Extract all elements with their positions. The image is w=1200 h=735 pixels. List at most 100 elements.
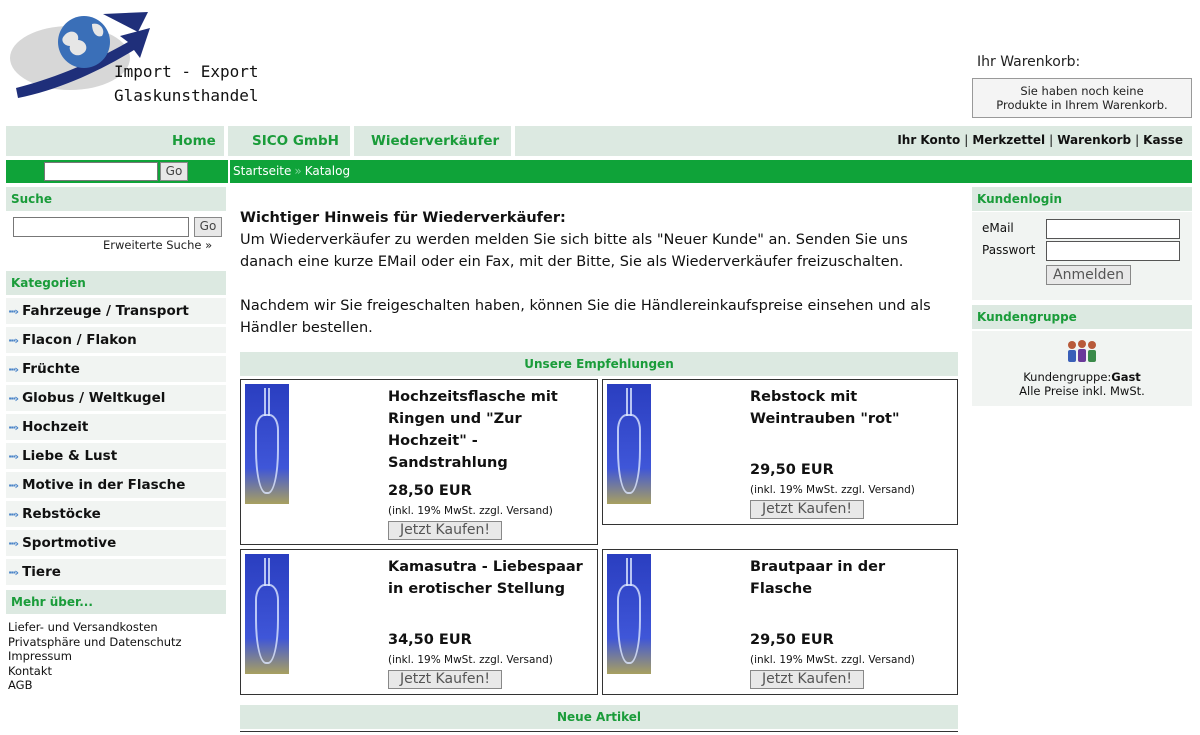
category-label: Liebe & Lust — [22, 448, 118, 464]
product-image[interactable] — [245, 554, 289, 674]
arrow-icon: ···› — [8, 363, 19, 376]
product-card[interactable]: Rebstock mit Weintrauben "rot" 29,50 EUR… — [602, 379, 958, 525]
nav-home[interactable]: Home — [172, 126, 216, 156]
cart-empty-line-2: Produkte in Ihrem Warenkorb. — [996, 98, 1168, 112]
breadcrumb-divider — [228, 160, 230, 183]
category-item[interactable]: ···› Sportmotive — [6, 530, 226, 556]
product-tax-note: (inkl. 19% MwSt. zzgl. Versand) — [388, 505, 553, 517]
category-label: Rebstöcke — [22, 506, 101, 522]
breadcrumb: Startseite» Katalog — [233, 160, 350, 183]
nav-wiederverkaeufer[interactable]: Wiederverkäufer — [371, 126, 499, 156]
product-name[interactable]: Rebstock mit Weintrauben "rot" — [750, 386, 950, 430]
arrow-icon: ···› — [8, 479, 19, 492]
buy-now-button[interactable]: Jetzt Kaufen! — [750, 670, 864, 689]
arrow-icon: ···› — [8, 305, 19, 318]
cart-empty-line-1: Sie haben noch keine — [1020, 84, 1144, 98]
category-item[interactable]: ···› Flacon / Flakon — [6, 327, 226, 353]
advanced-search-link[interactable]: Erweiterte Suche » — [103, 238, 212, 252]
product-price: 29,50 EUR — [750, 632, 834, 648]
notice-heading: Wichtiger Hinweis für Wiederverkäufer: — [240, 210, 566, 226]
arrow-icon: ···› — [8, 392, 19, 405]
password-field[interactable] — [1046, 241, 1180, 261]
product-name[interactable]: Brautpaar in der Flasche — [750, 556, 950, 600]
email-label: eMail — [982, 221, 1014, 235]
cart-summary: Sie haben noch keine Produkte in Ihrem W… — [972, 78, 1192, 118]
breadcrumb-current[interactable]: Katalog — [305, 164, 350, 178]
buy-now-button[interactable]: Jetzt Kaufen! — [388, 521, 502, 540]
categories-title: Kategorien — [6, 271, 226, 295]
password-label: Passwort — [982, 243, 1036, 257]
main-navbar: Home SICO GmbH Wiederverkäufer Ihr Konto… — [6, 126, 1192, 156]
product-tax-note: (inkl. 19% MwSt. zzgl. Versand) — [750, 484, 915, 496]
link-kasse[interactable]: Kasse — [1143, 133, 1183, 147]
category-item[interactable]: ···› Motive in der Flasche — [6, 472, 226, 498]
search-box-title: Suche — [6, 187, 226, 211]
link-merkzettel[interactable]: Merkzettel — [972, 133, 1045, 147]
link-terms[interactable]: AGB — [8, 678, 182, 693]
product-tax-note: (inkl. 19% MwSt. zzgl. Versand) — [750, 654, 915, 666]
email-field[interactable] — [1046, 219, 1180, 239]
buy-now-button[interactable]: Jetzt Kaufen! — [750, 500, 864, 519]
category-label: Flacon / Flakon — [22, 332, 137, 348]
link-warenkorb[interactable]: Warenkorb — [1057, 133, 1131, 147]
category-label: Tiere — [22, 564, 61, 580]
customer-group-value: Gast — [1111, 370, 1141, 384]
category-label: Fahrzeuge / Transport — [22, 303, 189, 319]
product-name[interactable]: Kamasutra - Liebespaar in erotischer Ste… — [388, 556, 588, 600]
nav-divider — [511, 126, 515, 156]
product-price: 28,50 EUR — [388, 483, 472, 499]
customer-group-panel: Kundengruppe:Gast Alle Preise inkl. MwSt… — [972, 331, 1192, 406]
link-imprint[interactable]: Impressum — [8, 649, 182, 664]
category-item[interactable]: ···› Hochzeit — [6, 414, 226, 440]
product-card[interactable]: Brautpaar in der Flasche 29,50 EUR (inkl… — [602, 549, 958, 695]
search-go-button[interactable]: Go — [194, 217, 222, 237]
search-input[interactable] — [13, 217, 189, 237]
category-item[interactable]: ···› Liebe & Lust — [6, 443, 226, 469]
more-about-title: Mehr über... — [6, 590, 226, 614]
link-shipping-costs[interactable]: Liefer- und Versandkosten — [8, 620, 182, 635]
product-card[interactable]: Kamasutra - Liebespaar in erotischer Ste… — [240, 549, 598, 695]
product-card[interactable]: Hochzeitsflasche mit Ringen und "Zur Hoc… — [240, 379, 598, 545]
category-item[interactable]: ···› Tiere — [6, 559, 226, 585]
reseller-notice: Wichtiger Hinweis für Wiederverkäufer: U… — [240, 207, 960, 339]
category-item[interactable]: ···› Fahrzeuge / Transport — [6, 298, 226, 324]
product-name[interactable]: Hochzeitsflasche mit Ringen und "Zur Hoc… — [388, 386, 588, 474]
login-button[interactable]: Anmelden — [1046, 265, 1131, 285]
arrow-icon: ···› — [8, 537, 19, 550]
category-item[interactable]: ···› Rebstöcke — [6, 501, 226, 527]
more-about-list: Liefer- und Versandkosten Privatsphäre u… — [8, 620, 182, 693]
quick-search-go-button[interactable]: Go — [160, 162, 188, 181]
product-price: 29,50 EUR — [750, 462, 834, 478]
product-image[interactable] — [607, 384, 651, 504]
quick-search-input[interactable] — [44, 162, 158, 181]
arrow-icon: ···› — [8, 421, 19, 434]
cart-title: Ihr Warenkorb: — [977, 54, 1081, 70]
buy-now-button[interactable]: Jetzt Kaufen! — [388, 670, 502, 689]
customer-group-title: Kundengruppe — [972, 305, 1192, 329]
arrow-icon: ···› — [8, 566, 19, 579]
notice-paragraph-2: Nachdem wir Sie freigeschalten haben, kö… — [240, 298, 931, 336]
category-item[interactable]: ···› Früchte — [6, 356, 226, 382]
category-label: Sportmotive — [22, 535, 117, 551]
link-privacy[interactable]: Privatsphäre und Datenschutz — [8, 635, 182, 650]
breadcrumb-arrow: » — [294, 164, 302, 178]
notice-paragraph-1: Um Wiederverkäufer zu werden melden Sie … — [240, 232, 908, 270]
link-ihr-konto[interactable]: Ihr Konto — [897, 133, 960, 147]
arrow-icon: ···› — [8, 508, 19, 521]
logo-line-1: Import - Export — [114, 62, 259, 81]
new-articles-box — [240, 731, 958, 735]
category-label: Motive in der Flasche — [22, 477, 186, 493]
nav-sico-gmbh[interactable]: SICO GmbH — [252, 126, 339, 156]
logo-text: Import - Export Glaskunsthandel — [114, 60, 259, 108]
product-image[interactable] — [607, 554, 651, 674]
new-articles-title: Neue Artikel — [240, 705, 958, 729]
category-label: Hochzeit — [22, 419, 89, 435]
login-title: Kundenlogin — [972, 187, 1192, 211]
account-links: Ihr Konto | Merkzettel | Warenkorb | Kasse — [897, 133, 1183, 147]
recommendations-title: Unsere Empfehlungen — [240, 352, 958, 376]
customer-group-label: Kundengruppe: — [1023, 370, 1112, 384]
link-contact[interactable]: Kontakt — [8, 664, 182, 679]
product-image[interactable] — [245, 384, 289, 504]
breadcrumb-home[interactable]: Startseite — [233, 164, 291, 178]
category-item[interactable]: ···› Globus / Weltkugel — [6, 385, 226, 411]
